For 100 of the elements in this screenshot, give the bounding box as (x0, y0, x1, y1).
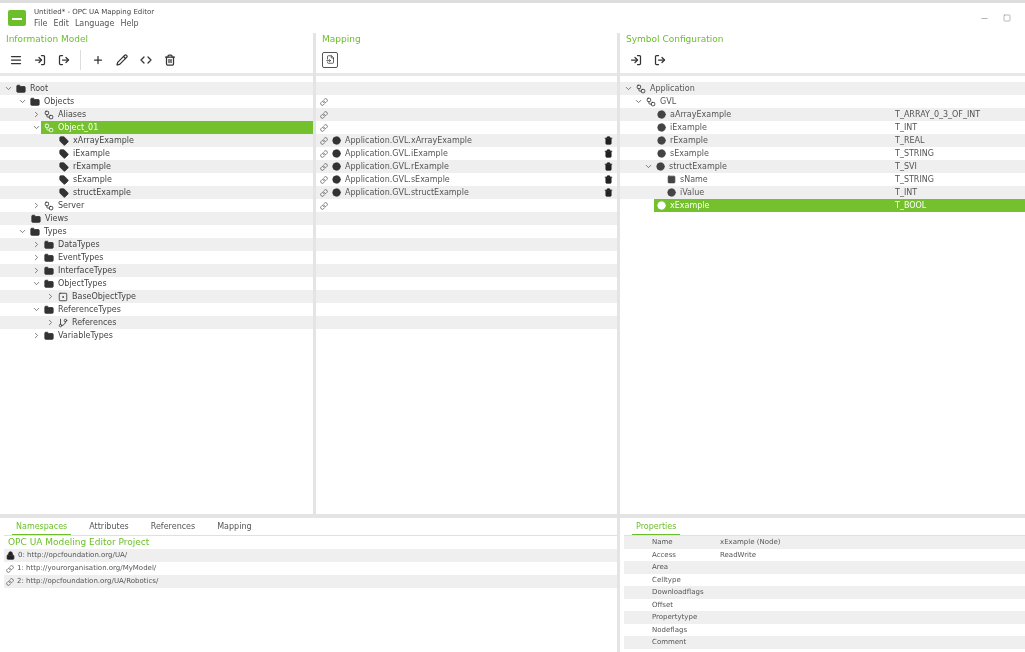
link-icon[interactable] (320, 188, 328, 197)
expand-icon[interactable] (46, 318, 55, 327)
link-icon[interactable] (320, 97, 328, 106)
symbol-type: T_INT (895, 121, 919, 134)
link-icon[interactable] (320, 149, 328, 158)
node-icon (44, 122, 54, 133)
symbol-name: sExample (670, 147, 709, 160)
circle-icon (657, 149, 666, 158)
symbol-type: T_STRING (895, 173, 935, 186)
folder-icon (44, 278, 54, 289)
collapse-icon[interactable] (32, 305, 41, 314)
tree-item[interactable]: VariableTypes (41, 329, 313, 342)
symbol-name: sName (680, 173, 708, 186)
symbol-type: T_STRING (895, 147, 935, 160)
folder-icon (44, 330, 54, 341)
expand-icon[interactable] (32, 331, 41, 340)
collapse-icon[interactable] (634, 97, 643, 106)
tree-item[interactable]: Types (27, 225, 313, 238)
delete-icon[interactable] (604, 162, 613, 171)
menu-item[interactable]: Help (120, 17, 139, 30)
tag-icon (59, 187, 69, 198)
link-icon[interactable] (320, 123, 328, 132)
symbol-name: GVL (660, 95, 677, 108)
expand-icon[interactable] (32, 201, 41, 210)
mapping-target: Application.GVL.iExample (345, 147, 449, 160)
circle-icon (332, 188, 341, 197)
circle-icon (332, 162, 341, 171)
tree-item[interactable]: EventTypes (41, 251, 313, 264)
tree-item[interactable]: ObjectTypes (41, 277, 313, 290)
tree-item[interactable]: Server (41, 199, 313, 212)
delete-icon[interactable] (604, 188, 613, 197)
import-icon (325, 55, 335, 64)
maximize-icon[interactable] (1003, 14, 1011, 22)
expand-icon[interactable] (32, 110, 41, 119)
folder-icon (16, 83, 26, 94)
project-title: OPC UA Modeling Editor Project (7, 536, 151, 549)
link-icon[interactable] (320, 136, 328, 145)
app-logo (8, 10, 26, 26)
tree-item[interactable]: sExample T_STRING (654, 147, 1025, 160)
link-icon[interactable] (320, 162, 328, 171)
tab[interactable]: References (146, 519, 200, 535)
folder-icon (31, 213, 41, 224)
symbol-name: Application (650, 82, 695, 95)
expand-icon[interactable] (32, 253, 41, 262)
tree-item[interactable]: iExample (56, 147, 313, 160)
folder-icon (44, 252, 54, 263)
tag-icon (59, 135, 69, 146)
link-icon[interactable] (320, 201, 328, 210)
type-icon (58, 291, 68, 302)
import-button[interactable] (322, 51, 338, 68)
collapse-icon[interactable] (644, 162, 653, 171)
collapse-icon[interactable] (624, 84, 633, 93)
link-icon[interactable] (320, 110, 328, 119)
node-icon (646, 96, 656, 107)
tree-item[interactable]: sExample (56, 173, 313, 186)
expand-icon[interactable] (46, 292, 55, 301)
symbol-name: structExample (669, 160, 727, 173)
tree-item[interactable]: iExample T_INT (654, 121, 1025, 134)
tag-icon (59, 148, 69, 159)
expand-icon[interactable] (32, 240, 41, 249)
circle-icon (657, 201, 666, 210)
symbol-name: iValue (680, 186, 705, 199)
menu-item[interactable]: File (34, 17, 48, 30)
link-icon[interactable] (320, 175, 328, 184)
tree-item[interactable]: sName T_STRING (664, 173, 1025, 186)
menu-item[interactable]: Edit (53, 17, 69, 30)
circle-icon (657, 136, 666, 145)
symbol-name: xExample (670, 199, 710, 212)
panel-title: Information Model (5, 33, 89, 46)
collapse-icon[interactable] (4, 84, 13, 93)
node-icon (44, 200, 54, 211)
symbol-type: T_ARRAY_0_3_OF_INT (895, 108, 982, 121)
menu-item[interactable]: Language (74, 17, 115, 30)
circle-icon (332, 136, 341, 145)
delete-icon[interactable] (604, 175, 613, 184)
tree-item[interactable]: ReferenceTypes (41, 303, 313, 316)
symbol-type: T_SVI (895, 160, 918, 173)
tree-item[interactable]: GVL (643, 95, 1025, 108)
circle-icon (332, 175, 341, 184)
collapse-icon[interactable] (32, 123, 41, 132)
symbol-type: T_INT (895, 186, 919, 199)
symbol-name: iExample (670, 121, 707, 134)
symbol-name: aArrayExample (670, 108, 732, 121)
folder-icon (30, 226, 40, 237)
symbol-name: rExample (670, 134, 708, 147)
tree-item[interactable]: Objects (27, 95, 313, 108)
tab[interactable]: Attributes (85, 519, 133, 535)
circle-icon (667, 188, 676, 197)
panel-title: Symbol Configuration (625, 33, 725, 46)
collapse-icon[interactable] (32, 279, 41, 288)
expand-icon[interactable] (32, 266, 41, 275)
collapse-icon[interactable] (18, 97, 27, 106)
collapse-icon[interactable] (18, 227, 27, 236)
panel-title: Mapping (321, 33, 362, 46)
folder-icon (44, 304, 54, 315)
folder-icon (30, 96, 40, 107)
tab[interactable]: Mapping (213, 519, 256, 535)
delete-icon[interactable] (604, 136, 613, 145)
delete-icon[interactable] (604, 149, 613, 158)
symbol-type: T_REAL (895, 134, 926, 147)
